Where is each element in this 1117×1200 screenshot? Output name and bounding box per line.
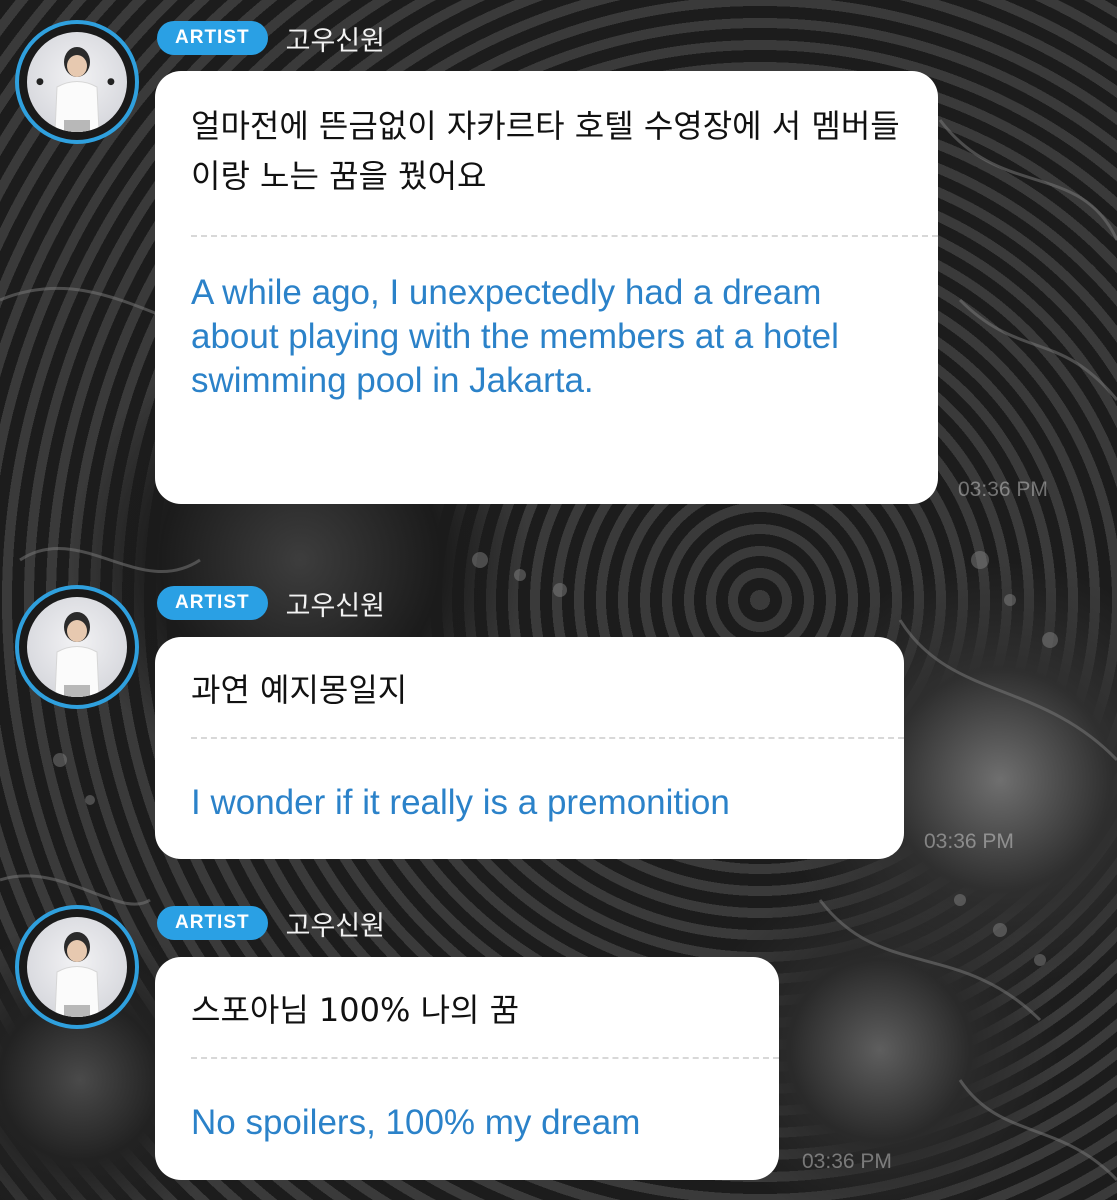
artist-avatar[interactable] bbox=[15, 585, 139, 709]
translation-divider bbox=[191, 1057, 779, 1059]
translated-text: No spoilers, 100% my dream bbox=[191, 1103, 641, 1142]
sender-name[interactable]: 고우신원 bbox=[286, 904, 385, 943]
message-bubble[interactable]: 과연 예지몽일지 I wonder if it really is a prem… bbox=[155, 637, 904, 859]
artist-avatar[interactable]: ● ● bbox=[15, 20, 139, 144]
svg-text:●: ● bbox=[36, 77, 44, 87]
translation-divider bbox=[191, 235, 938, 237]
sender-name[interactable]: 고우신원 bbox=[286, 584, 385, 623]
person-icon bbox=[54, 932, 100, 1017]
person-icon: ● ● bbox=[36, 47, 115, 132]
message-timestamp: 03:36 PM bbox=[924, 830, 1014, 853]
artist-avatar[interactable] bbox=[15, 905, 139, 1029]
translated-text: I wonder if it really is a premonition bbox=[191, 783, 730, 822]
artist-badge: ARTIST bbox=[157, 586, 268, 620]
message-bubble[interactable]: 스포아님 100% 나의 꿈 No spoilers, 100% my drea… bbox=[155, 957, 779, 1180]
person-icon bbox=[54, 612, 100, 697]
svg-text:●: ● bbox=[107, 77, 115, 87]
message-timestamp: 03:36 PM bbox=[802, 1150, 892, 1173]
message-bubble[interactable]: 얼마전에 뜬금없이 자카르타 호텔 수영장에 서 멤버들이랑 노는 꿈을 꿨어요… bbox=[155, 71, 938, 504]
artist-badge: ARTIST bbox=[157, 21, 268, 55]
translation-divider bbox=[191, 737, 904, 739]
message-header: ARTIST 고우신원 bbox=[157, 18, 385, 58]
artist-badge: ARTIST bbox=[157, 906, 268, 940]
message-header: ARTIST 고우신원 bbox=[157, 583, 385, 623]
message-timestamp: 03:36 PM bbox=[958, 478, 1048, 501]
translated-text: A while ago, I unexpectedly had a dream … bbox=[191, 273, 839, 400]
sender-name[interactable]: 고우신원 bbox=[286, 19, 385, 58]
original-text: 얼마전에 뜬금없이 자카르타 호텔 수영장에 서 멤버들이랑 노는 꿈을 꿨어요 bbox=[191, 107, 900, 195]
message-header: ARTIST 고우신원 bbox=[157, 903, 385, 943]
original-text: 과연 예지몽일지 bbox=[191, 671, 408, 709]
original-text: 스포아님 100% 나의 꿈 bbox=[191, 991, 520, 1029]
